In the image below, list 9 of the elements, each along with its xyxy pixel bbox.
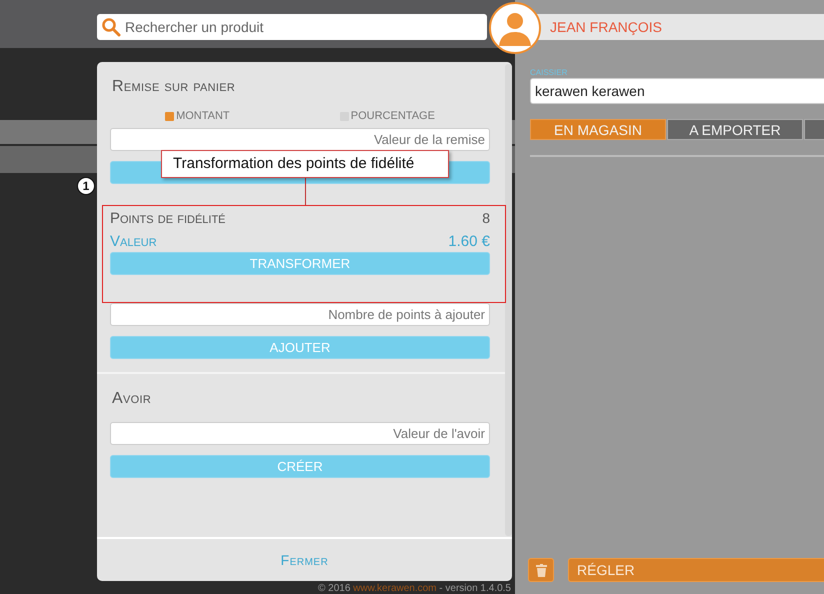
- callout-tooltip: Transformation des points de fidélité: [161, 150, 449, 178]
- value-label: Valeur: [110, 233, 157, 250]
- value-amount: 1.60 €: [448, 233, 490, 250]
- points-count: 8: [482, 210, 490, 226]
- field-label: CAISSIER: [530, 68, 568, 77]
- loyalty-points-label: Points de fidélité: [110, 210, 226, 227]
- copyright-text: © 2016 www.kerawen.com - version 1.4.0.5: [318, 583, 511, 594]
- section-title: Remise sur panier: [112, 78, 236, 96]
- section-title: Avoir: [112, 390, 152, 408]
